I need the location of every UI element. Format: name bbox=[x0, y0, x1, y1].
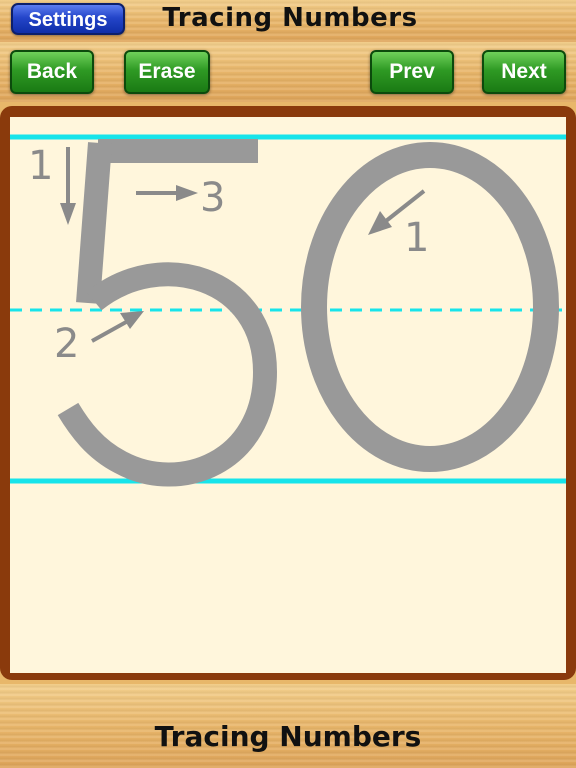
prev-button[interactable]: Prev bbox=[370, 50, 454, 94]
stroke-arrow-1 bbox=[60, 147, 76, 225]
stroke-number-2: 2 bbox=[54, 321, 79, 367]
settings-button[interactable]: Settings bbox=[11, 3, 125, 35]
stroke-number-1: 1 bbox=[28, 143, 53, 189]
digit-zero bbox=[301, 142, 559, 472]
stroke-arrow-2 bbox=[91, 311, 144, 343]
tracing-canvas[interactable]: 1 3 2 1 bbox=[10, 117, 566, 673]
stroke-number-3: 3 bbox=[200, 175, 225, 221]
footer-title: Tracing Numbers bbox=[154, 720, 422, 753]
next-button[interactable]: Next bbox=[482, 50, 566, 94]
back-button[interactable]: Back bbox=[10, 50, 94, 94]
erase-button[interactable]: Erase bbox=[124, 50, 210, 94]
title-bar: Settings Tracing Numbers bbox=[0, 0, 576, 43]
toolbar: Back Erase Prev Next bbox=[0, 42, 576, 102]
page-title: Tracing Numbers bbox=[162, 3, 418, 33]
stroke-arrow-3 bbox=[136, 185, 198, 201]
zero-stroke-number-1: 1 bbox=[404, 215, 429, 261]
tracing-paper[interactable]: 1 3 2 1 bbox=[10, 117, 566, 673]
